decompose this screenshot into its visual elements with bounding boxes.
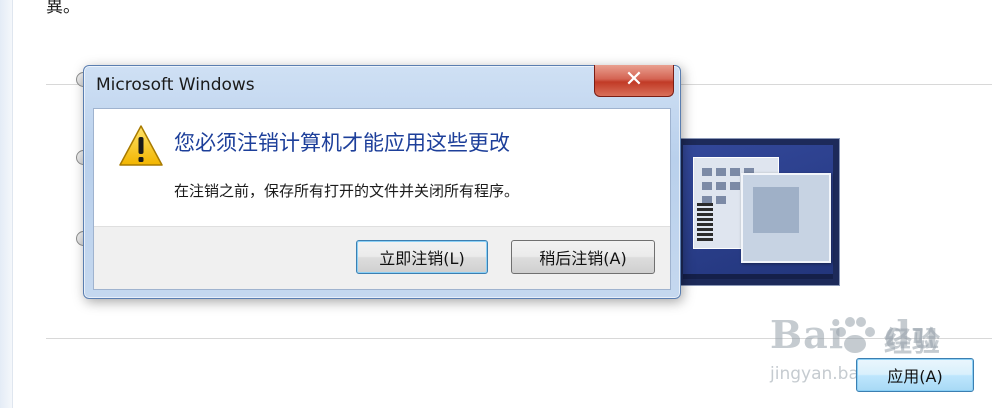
dialog-title: Microsoft Windows (96, 75, 255, 95)
divider-bottom (46, 338, 992, 339)
paw-icon (836, 317, 875, 353)
logoff-dialog: Microsoft Windows ✕ 您必须注销计算机才能应用这些更改 在注销… (83, 65, 681, 299)
warning-icon (119, 125, 163, 166)
background-text-fragment: 異。 (46, 0, 80, 17)
watermark-brand: 经验 (884, 325, 941, 358)
dialog-button-bar: 立即注销(L) 稍后注销(A) (94, 226, 670, 289)
close-button[interactable]: ✕ (594, 65, 674, 97)
content-text: 在注销之前，保存所有打开的文件并关闭所有程序。 (174, 182, 520, 200)
window-left-edge (0, 0, 13, 408)
preview-window-front (741, 173, 831, 263)
log-off-now-button[interactable]: 立即注销(L) (356, 240, 488, 274)
dialog-body: 您必须注销计算机才能应用这些更改 在注销之前，保存所有打开的文件并关闭所有程序。… (93, 108, 671, 290)
watermark-logo: Bai du (770, 312, 941, 357)
apply-button[interactable]: 应用(A) (856, 358, 974, 392)
main-instruction: 您必须注销计算机才能应用这些更改 (174, 131, 510, 155)
log-off-later-button[interactable]: 稍后注销(A) (511, 240, 655, 274)
close-icon: ✕ (624, 67, 644, 92)
dialog-content: 您必须注销计算机才能应用这些更改 在注销之前，保存所有打开的文件并关闭所有程序。 (94, 109, 670, 227)
display-preview-image (676, 138, 840, 286)
